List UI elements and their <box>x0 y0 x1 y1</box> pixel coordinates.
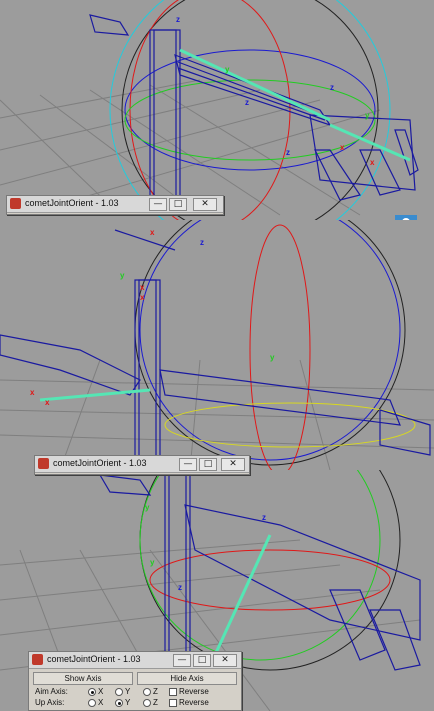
maximize-button[interactable]: □ <box>193 654 211 667</box>
aim-axis-z-radio[interactable] <box>143 688 151 696</box>
axis-buttons-row: Show Axis Hide Axis <box>33 672 237 685</box>
svg-text:y: y <box>225 65 230 74</box>
svg-text:z: z <box>330 83 334 92</box>
up-axis-y-label: Y <box>125 698 131 707</box>
tool-window-3[interactable]: cometJointOrient - 1.03 — □ ✕ Show Axis … <box>28 651 242 711</box>
svg-text:x: x <box>140 283 145 292</box>
app-icon <box>10 198 21 209</box>
svg-text:x: x <box>340 143 345 152</box>
tool-window-1[interactable]: cometJointOrient - 1.03 — □ ✕ <box>6 195 224 215</box>
window-titlebar[interactable]: cometJointOrient - 1.03 — □ ✕ <box>35 456 249 473</box>
window-titlebar[interactable]: cometJointOrient - 1.03 — □ ✕ <box>7 196 223 213</box>
minimize-button[interactable]: — <box>173 654 191 667</box>
window-title: cometJointOrient - 1.03 <box>53 458 147 468</box>
up-axis-reverse-label: Reverse <box>179 698 209 707</box>
aim-axis-z-label: Z <box>153 687 158 696</box>
window-title: cometJointOrient - 1.03 <box>47 654 141 664</box>
svg-text:y: y <box>270 353 275 362</box>
aim-axis-label: Aim Axis: <box>35 687 68 696</box>
minimize-button[interactable]: — <box>179 458 197 471</box>
svg-text:z: z <box>286 148 290 157</box>
viewport-1-canvas[interactable]: z z z z y y x x <box>0 0 434 220</box>
svg-text:y: y <box>120 271 125 280</box>
svg-text:x: x <box>370 158 375 167</box>
up-axis-reverse-checkbox[interactable] <box>169 699 177 707</box>
minimize-button[interactable]: — <box>149 198 167 211</box>
aim-axis-x-radio[interactable] <box>88 688 96 696</box>
up-axis-x-radio[interactable] <box>88 699 96 707</box>
svg-text:z: z <box>200 238 204 247</box>
up-axis-label: Up Axis: <box>35 698 65 707</box>
up-axis-z-label: Z <box>153 698 158 707</box>
viewport-background <box>0 0 434 220</box>
maximize-button[interactable]: □ <box>199 458 217 471</box>
up-axis-y-radio[interactable] <box>115 699 123 707</box>
svg-text:x: x <box>150 228 155 237</box>
aim-axis-reverse-checkbox[interactable] <box>169 688 177 696</box>
close-button[interactable]: ✕ <box>213 654 237 667</box>
viewport-background <box>0 220 434 470</box>
aim-axis-y-label: Y <box>125 687 131 696</box>
show-axis-button[interactable]: Show Axis <box>33 672 133 685</box>
viewport-2-canvas[interactable]: xz xx yx xy <box>0 220 434 470</box>
up-axis-row: Up Axis: X Y Z Reverse <box>33 697 237 708</box>
aim-axis-y-radio[interactable] <box>115 688 123 696</box>
up-axis-z-radio[interactable] <box>143 699 151 707</box>
aim-axis-row: Aim Axis: X Y Z Reverse <box>33 686 237 697</box>
tool-window-2[interactable]: cometJointOrient - 1.03 — □ ✕ <box>34 455 250 475</box>
svg-text:z: z <box>245 98 249 107</box>
window-titlebar[interactable]: cometJointOrient - 1.03 — □ ✕ <box>29 652 241 669</box>
close-button[interactable]: ✕ <box>193 198 217 211</box>
app-icon <box>38 458 49 469</box>
svg-text:x: x <box>140 293 145 302</box>
svg-text:x: x <box>45 398 50 407</box>
svg-text:y: y <box>150 558 155 567</box>
svg-text:y: y <box>145 503 150 512</box>
hide-axis-button[interactable]: Hide Axis <box>137 672 237 685</box>
viewport-1[interactable]: z z z z y y x x <box>0 0 434 220</box>
svg-text:z: z <box>262 513 266 522</box>
aim-axis-x-label: X <box>98 687 104 696</box>
svg-text:z: z <box>178 583 182 592</box>
close-button[interactable]: ✕ <box>221 458 245 471</box>
up-axis-x-label: X <box>98 698 104 707</box>
app-icon <box>32 654 43 665</box>
svg-text:y: y <box>365 111 370 120</box>
svg-text:z: z <box>176 15 180 24</box>
window-title: cometJointOrient - 1.03 <box>25 198 119 208</box>
svg-text:x: x <box>30 388 35 397</box>
aim-axis-reverse-label: Reverse <box>179 687 209 696</box>
maximize-button[interactable]: □ <box>169 198 187 211</box>
viewport-2[interactable]: xz xx yx xy <box>0 220 434 470</box>
